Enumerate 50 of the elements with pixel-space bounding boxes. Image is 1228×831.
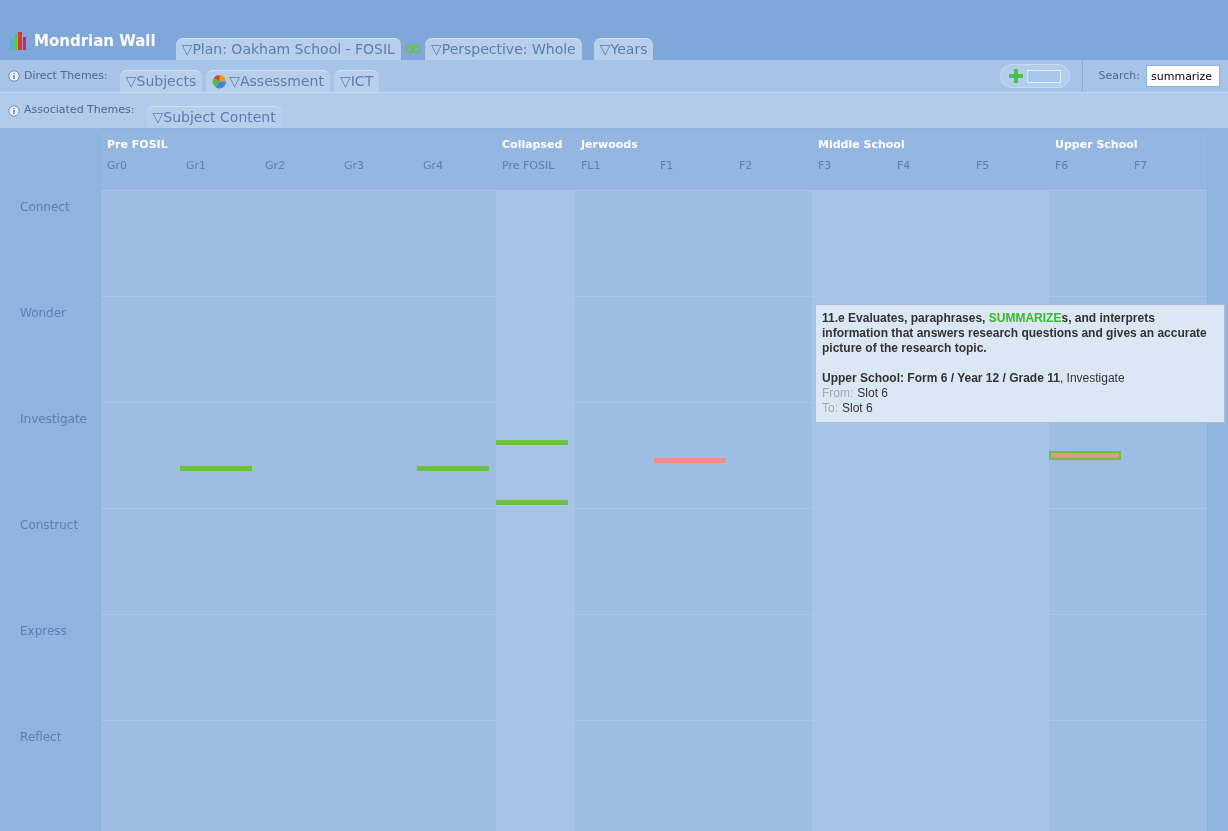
column-label: Gr4 [423,158,445,174]
dropdown-tab[interactable]: ▽Subjects [119,70,203,92]
column-label: Gr3 [344,158,366,174]
column-label: F4 [897,158,912,174]
tooltip-description: 11.e Evaluates, paraphrases, SUMMARIZEs, and interprets information that answers research questions and gives an accurate picture of the research topic. [822,311,1208,356]
column-label: FL1 [581,158,602,174]
group-label: Pre FOSIL [107,136,168,153]
column-label: F6 [1055,158,1070,174]
tooltip-context: Upper School: Form 6 / Year 12 / Grade 11, Investigate [822,371,1126,386]
column-label: F7 [1134,158,1149,174]
column-label: Gr0 [107,158,129,174]
group-label: Upper School [1055,136,1138,153]
direct-themes-label: Direct Themes: [24,67,108,84]
dropdown-tab[interactable]: ▽Perspective: Whole [424,38,582,60]
group-label: Middle School [818,136,905,153]
slot-bar[interactable] [496,440,568,446]
dropdown-tab[interactable]: ▽Subject Content [146,106,282,128]
slot-bar[interactable] [180,465,252,471]
column-label: F1 [660,158,675,174]
pie-chart-icon [212,74,228,89]
dropdown-tab[interactable]: ▽ICT [333,70,380,92]
slot-bar[interactable] [417,465,489,471]
search-field[interactable]: summarize [1146,65,1220,87]
column-label: Gr2 [265,158,287,174]
slot-swatch [1026,69,1061,83]
info-icon[interactable] [8,104,20,117]
add-icon [1008,69,1023,83]
column-label: Gr1 [186,158,208,174]
column-label: Pre FOSIL [502,158,556,174]
link-icon[interactable] [404,42,421,56]
column-label: F5 [976,158,991,174]
slot-bar[interactable] [654,458,726,464]
dropdown-tab[interactable]: ▽Plan: Oakham School - FOSIL [175,38,401,60]
slot-bar[interactable] [1049,450,1121,460]
to-label: To: [822,401,838,416]
dropdown-tab[interactable]: ▽Assessment [206,70,330,92]
column-label: F2 [739,158,754,174]
slot-bar[interactable] [496,499,568,505]
column-label: F3 [818,158,833,174]
search-label: Search: [1098,67,1140,84]
from-value: Slot 6 [857,386,889,401]
dropdown-tab[interactable]: ▽Years [593,38,654,60]
info-icon[interactable] [8,70,20,82]
group-label: Collapsed [502,136,563,153]
to-value: Slot 6 [842,401,873,416]
group-label: Jerwoods [581,136,638,153]
from-label: From: [822,386,854,401]
associated-themes-label: Associated Themes: [24,102,135,119]
app-title: Mondrian Wall [34,30,156,52]
add-button[interactable] [999,64,1070,88]
